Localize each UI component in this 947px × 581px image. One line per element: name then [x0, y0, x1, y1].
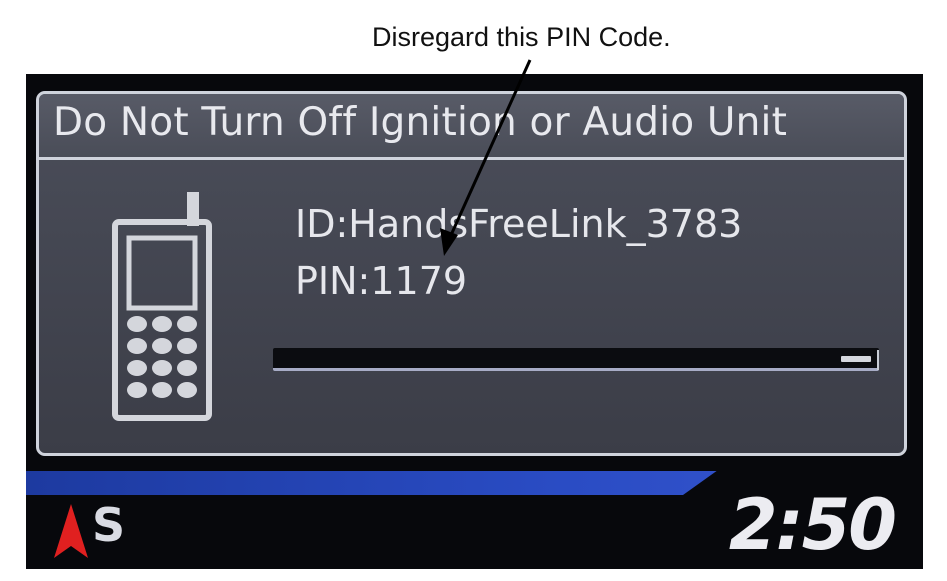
progress-bar-end-cap [877, 350, 879, 370]
compass-direction: S [92, 498, 126, 552]
pairing-dialog: Do Not Turn Off Ignition or Audio Unit I… [36, 91, 907, 456]
dialog-title-bar: Do Not Turn Off Ignition or Audio Unit [39, 94, 904, 160]
mobile-phone-icon [112, 192, 212, 421]
progress-bar-track [273, 348, 879, 371]
north-arrow-icon [54, 504, 88, 558]
dialog-title: Do Not Turn Off Ignition or Audio Unit [53, 100, 788, 145]
display-screen: Do Not Turn Off Ignition or Audio Unit I… [26, 74, 923, 569]
pin-code-label: PIN:1179 [295, 259, 468, 303]
annotation-caption: Disregard this PIN Code. [372, 22, 671, 52]
progress-bar-fill [841, 356, 871, 362]
pairing-progress [273, 348, 879, 372]
clock-display: 2:50 [728, 484, 897, 566]
device-id-label: ID:HandsFreeLink_3783 [295, 202, 743, 246]
